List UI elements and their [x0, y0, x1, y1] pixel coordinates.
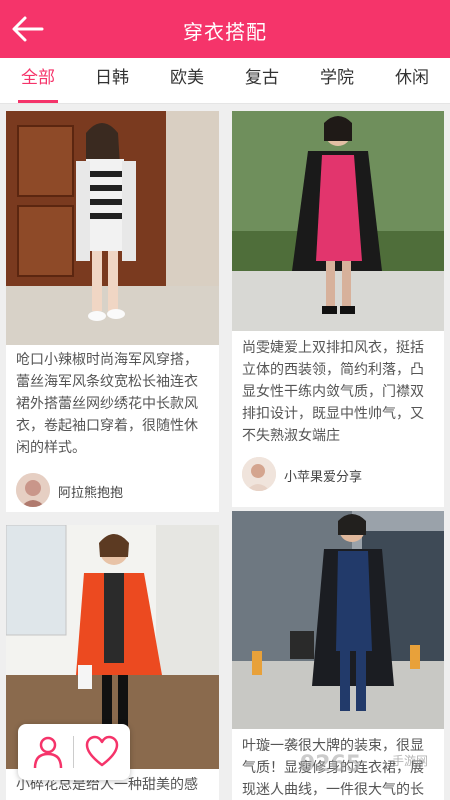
outfit-description: 尚雯婕爱上双排扣风衣，挺括立体的西装领，简约利落，凸显女性干练内敛气质，门襟双排…: [242, 340, 424, 444]
page-title: 穿衣搭配: [183, 20, 267, 44]
tab-all[interactable]: 全部: [8, 58, 68, 104]
outfit-card[interactable]: 呛口小辣椒时尚海军风穿搭，蕾丝海军风条纹宽松长袖连衣裙外搭蕾丝网纱绣花中长款风衣…: [6, 111, 219, 512]
favorite-button[interactable]: [84, 734, 120, 770]
avatar: [242, 457, 276, 491]
watermark-logo: 9265: [300, 752, 362, 777]
tab-college[interactable]: 学院: [307, 58, 367, 104]
outfit-card[interactable]: 尚雯婕爱上双排扣风衣，挺括立体的西装领，简约利落，凸显女性干练内敛气质，门襟双排…: [232, 111, 444, 507]
user-icon: [33, 736, 63, 769]
tab-casual[interactable]: 休闲: [382, 58, 442, 104]
watermark-subtitle: 手游网: [392, 754, 429, 768]
avatar: [16, 473, 50, 507]
outfit-photo: [6, 111, 219, 345]
divider: [73, 736, 74, 768]
author-name: 小苹果爱分享: [284, 470, 363, 485]
app-header: 穿衣搭配: [0, 0, 450, 58]
floating-action-bar: [18, 724, 130, 780]
tab-retro[interactable]: 复古: [232, 58, 292, 104]
category-tabs: 全部 日韩 欧美 复古 学院 休闲: [0, 58, 450, 104]
author-name: 阿拉熊抱抱: [58, 486, 124, 501]
tab-europe-america[interactable]: 欧美: [157, 58, 217, 104]
profile-button[interactable]: [30, 734, 66, 770]
tab-japan-korea[interactable]: 日韩: [82, 58, 142, 104]
outfit-photo: [232, 511, 444, 729]
heart-icon: [85, 735, 119, 767]
outfit-photo: [232, 111, 444, 331]
outfit-description: 呛口小辣椒时尚海军风穿搭，蕾丝海军风条纹宽松长袖连衣裙外搭蕾丝网纱绣花中长款风衣…: [16, 352, 198, 456]
